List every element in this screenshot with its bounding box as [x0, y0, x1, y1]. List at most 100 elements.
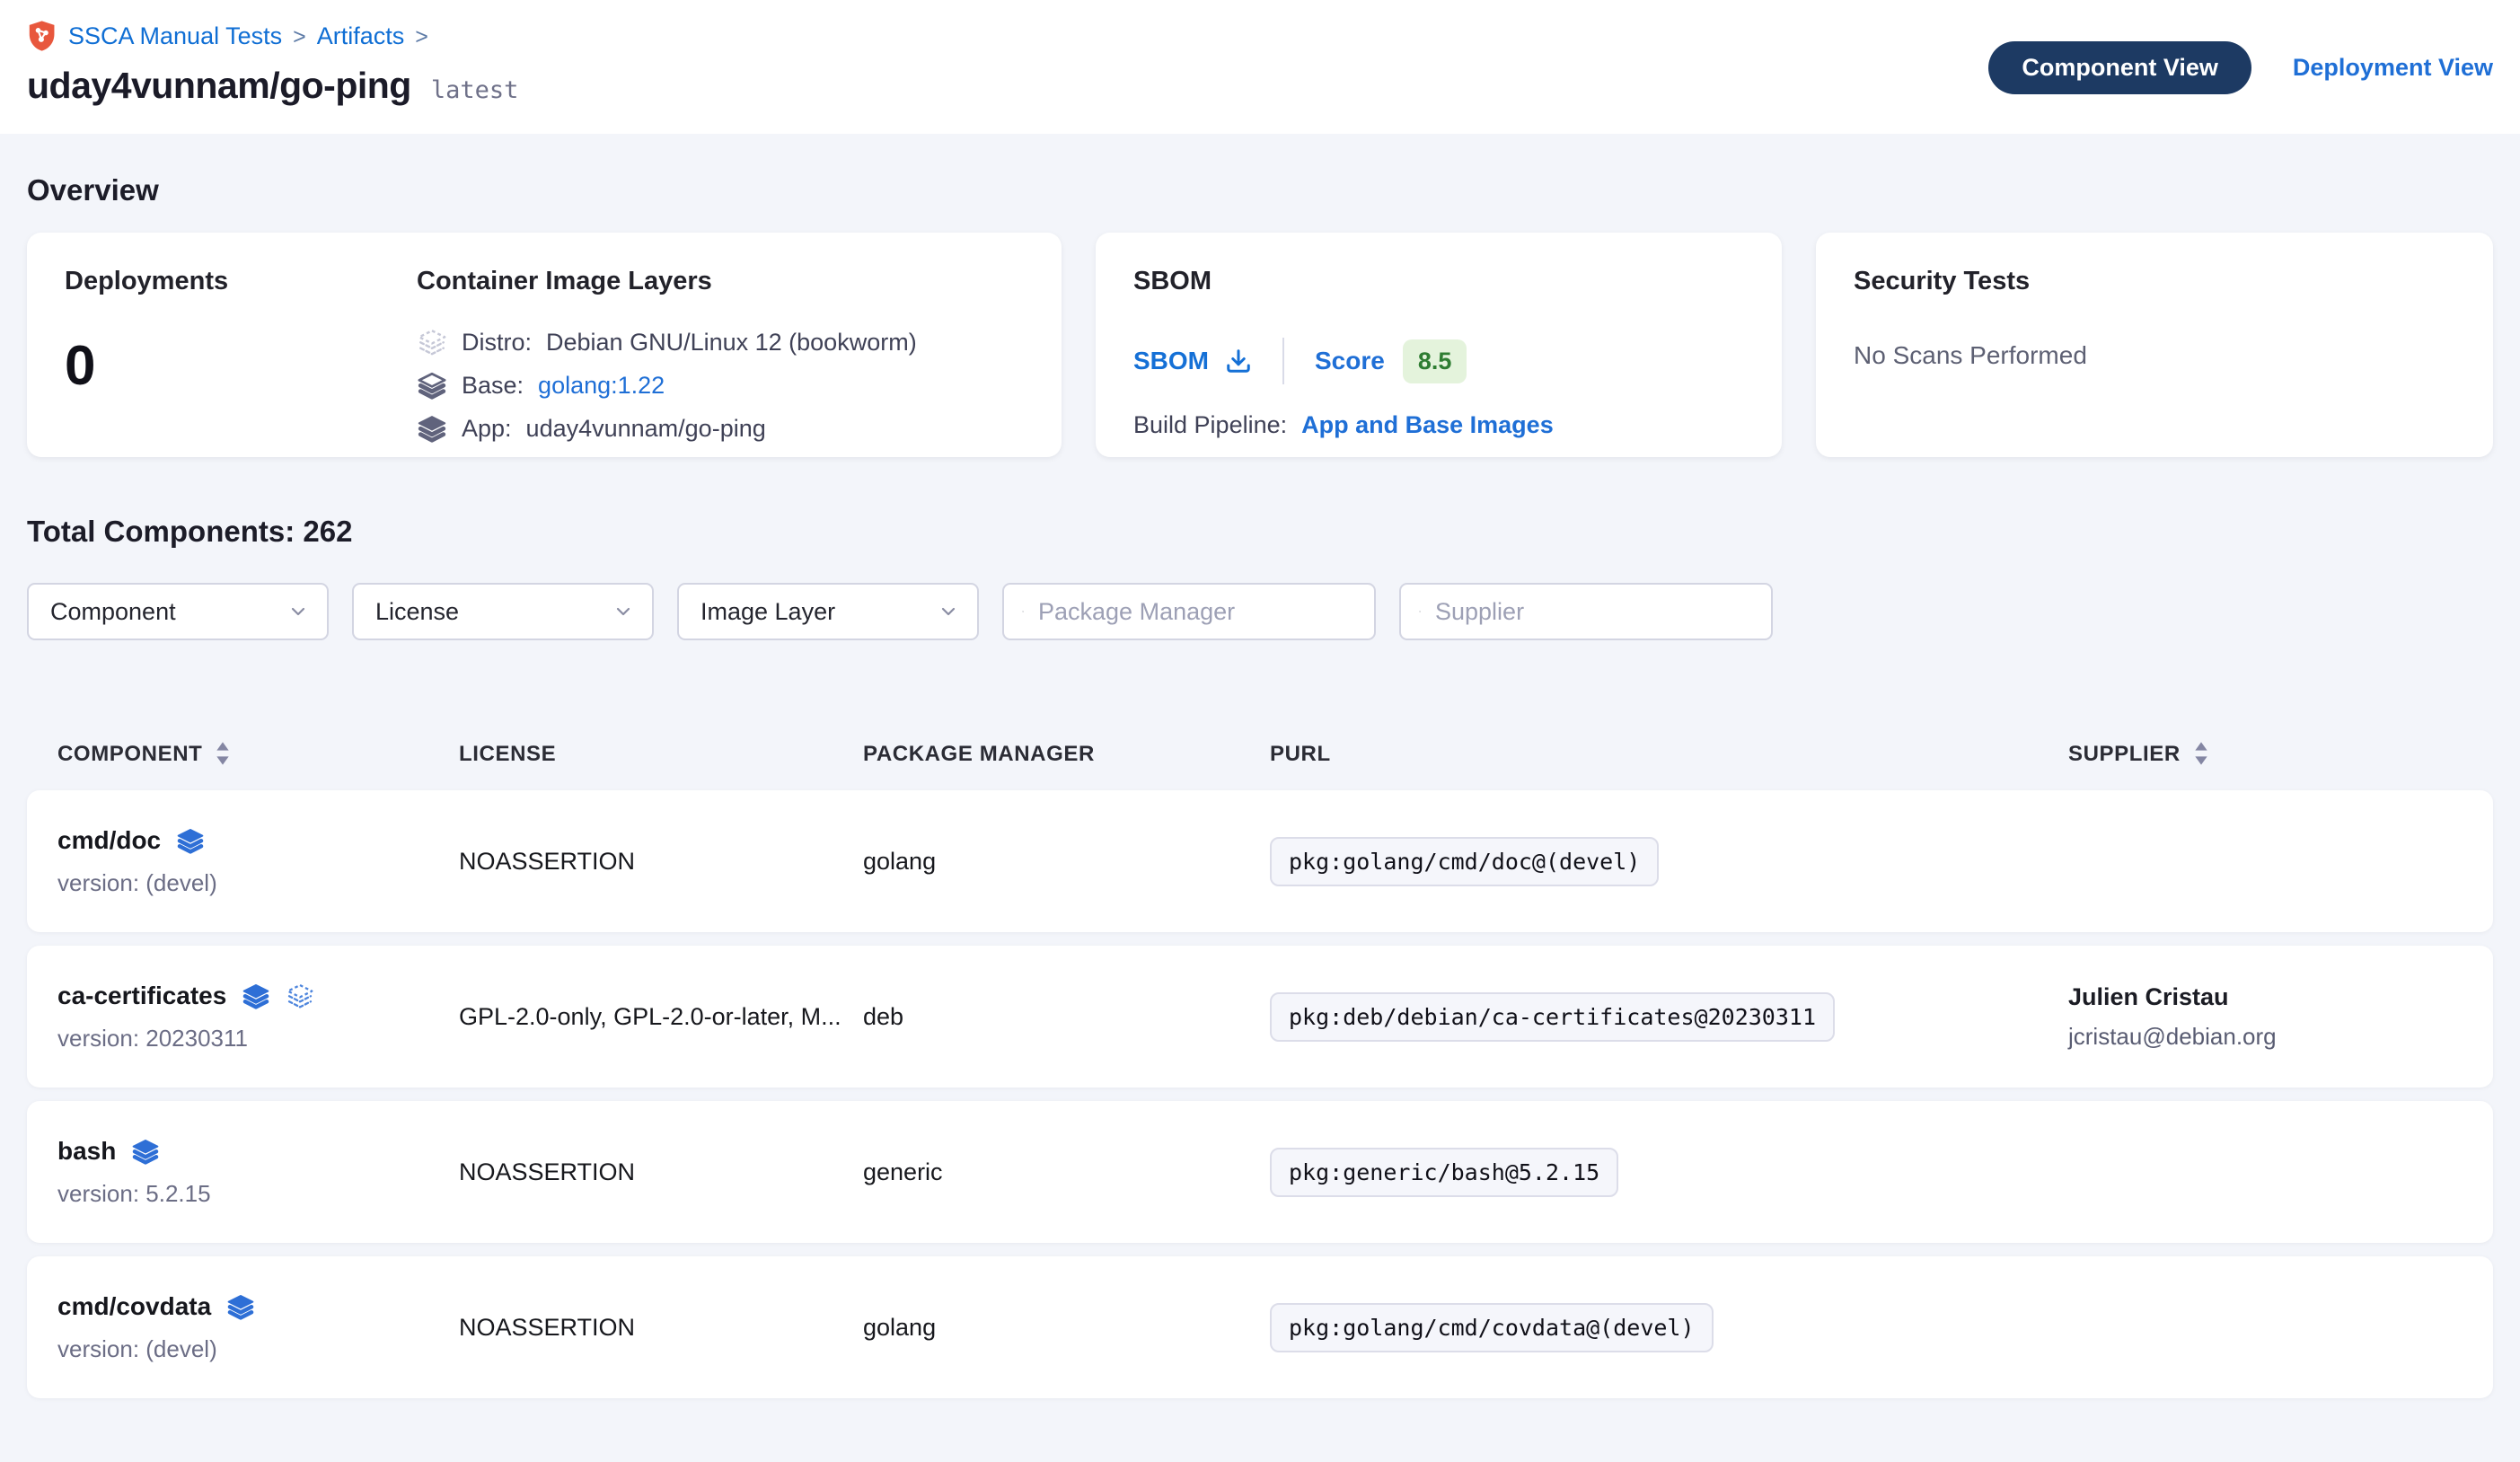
purl-cell: pkg:generic/bash@5.2.15: [1270, 1148, 2068, 1197]
breadcrumb-link-artifacts[interactable]: Artifacts: [317, 22, 405, 50]
column-label: COMPONENT: [57, 742, 202, 767]
sort-icon[interactable]: [2194, 741, 2208, 767]
table-row[interactable]: ca-certificates version: 20230311 GPL-2.…: [27, 946, 2493, 1088]
license-filter-dropdown[interactable]: License: [352, 583, 654, 640]
app-layer-icon: [226, 1292, 255, 1321]
component-filter-dropdown[interactable]: Component: [27, 583, 329, 640]
download-icon[interactable]: [1225, 348, 1252, 374]
package-manager-cell: golang: [863, 848, 1270, 876]
purl-cell: pkg:deb/debian/ca-certificates@20230311: [1270, 992, 2068, 1042]
package-manager-cell: generic: [863, 1158, 1270, 1186]
column-header-supplier[interactable]: SUPPLIER: [2068, 741, 2493, 767]
chevron-down-icon: [612, 601, 634, 622]
components-table-body: cmd/doc version: (devel) NOASSERTION gol…: [27, 790, 2493, 1398]
app-layer-icon: [131, 1137, 160, 1166]
app-layer-icon: [176, 826, 205, 855]
license-cell: GPL-2.0-only, GPL-2.0-or-later, M...: [459, 1003, 863, 1031]
component-cell: cmd/doc version: (devel): [57, 826, 459, 897]
app-layer-row: App: uday4vunnam/go-ping: [417, 413, 1024, 444]
column-header-component[interactable]: COMPONENT: [57, 741, 459, 767]
search-icon: [1022, 599, 1024, 624]
build-pipeline-link[interactable]: App and Base Images: [1301, 411, 1554, 439]
package-manager-search[interactable]: [1002, 583, 1376, 640]
layers-filled-icon: [417, 413, 447, 444]
sbom-download-link[interactable]: SBOM: [1133, 347, 1252, 375]
layer-label: Base:: [462, 372, 524, 400]
purl-cell: pkg:golang/cmd/doc@(devel): [1270, 837, 2068, 886]
container-image-layers-section: Container Image Layers Distro: Debian GN…: [417, 267, 1024, 423]
column-label: PURL: [1270, 742, 1331, 767]
base-layer-icon: [286, 982, 314, 1010]
breadcrumb-link-project[interactable]: SSCA Manual Tests: [68, 22, 282, 50]
breadcrumb: SSCA Manual Tests > Artifacts >: [27, 20, 518, 52]
column-header-package-manager: PACKAGE MANAGER: [863, 742, 1270, 767]
view-toggle: Component View Deployment View: [1988, 41, 2493, 94]
supplier-email: jcristau@debian.org: [2068, 1023, 2493, 1051]
supplier-search-input[interactable]: [1435, 598, 1753, 626]
breadcrumb-separator: >: [293, 22, 306, 50]
chevron-down-icon: [287, 601, 309, 622]
supplier-search[interactable]: [1399, 583, 1773, 640]
table-row[interactable]: cmd/covdata version: (devel) NOASSERTION…: [27, 1256, 2493, 1398]
image-layer-filter-dropdown[interactable]: Image Layer: [677, 583, 979, 640]
license-cell: NOASSERTION: [459, 848, 863, 876]
component-cell: bash version: 5.2.15: [57, 1137, 459, 1208]
base-image-link[interactable]: golang:1.22: [538, 372, 665, 400]
component-version: version: 5.2.15: [57, 1180, 459, 1208]
sbom-row: SBOM Score 8.5: [1133, 338, 1744, 384]
table-row[interactable]: bash version: 5.2.15 NOASSERTION generic…: [27, 1101, 2493, 1243]
app-layer-icon: [242, 982, 270, 1010]
score-label: Score: [1315, 347, 1385, 375]
package-manager-cell: deb: [863, 1003, 1270, 1031]
security-tests-status: No Scans Performed: [1854, 341, 2455, 370]
package-manager-cell: golang: [863, 1314, 1270, 1342]
component-cell: cmd/covdata version: (devel): [57, 1292, 459, 1363]
layer-value: uday4vunnam/go-ping: [526, 415, 766, 443]
component-version: version: (devel): [57, 869, 459, 897]
package-manager-search-input[interactable]: [1038, 598, 1356, 626]
column-header-purl: PURL: [1270, 742, 2068, 767]
component-filter-label: Component: [50, 598, 176, 626]
main-content: Overview Deployments 0 Container Image L…: [0, 173, 2520, 1398]
deployment-view-link[interactable]: Deployment View: [2293, 54, 2493, 82]
artifact-tag: latest: [431, 76, 519, 104]
distro-layer-row: Distro: Debian GNU/Linux 12 (bookworm): [417, 327, 1024, 357]
license-filter-label: License: [375, 598, 459, 626]
column-label: PACKAGE MANAGER: [863, 742, 1095, 767]
security-tests-card: Security Tests No Scans Performed: [1816, 233, 2493, 457]
base-layer-row: Base: golang:1.22: [417, 370, 1024, 401]
sbom-card: SBOM SBOM Score 8.5 Build Pipeline: App …: [1096, 233, 1782, 457]
search-icon: [1419, 599, 1421, 624]
column-header-license: LICENSE: [459, 742, 863, 767]
purl-chip: pkg:deb/debian/ca-certificates@20230311: [1270, 992, 1835, 1042]
column-label: SUPPLIER: [2068, 742, 2181, 767]
title-row: uday4vunnam/go-ping latest: [27, 65, 518, 107]
component-cell: ca-certificates version: 20230311: [57, 982, 459, 1052]
deployments-count: 0: [65, 334, 417, 398]
sort-icon[interactable]: [216, 741, 230, 767]
total-components-heading: Total Components: 262: [27, 515, 2493, 549]
component-view-button[interactable]: Component View: [1988, 41, 2251, 94]
column-label: LICENSE: [459, 742, 556, 767]
ssca-shield-icon: [27, 20, 57, 52]
component-name: ca-certificates: [57, 982, 226, 1010]
component-name: cmd/covdata: [57, 1292, 211, 1321]
header-left: SSCA Manual Tests > Artifacts > uday4vun…: [27, 20, 518, 107]
security-tests-title: Security Tests: [1854, 267, 2455, 296]
layers-dashed-icon: [417, 327, 447, 357]
build-pipeline-row: Build Pipeline: App and Base Images: [1133, 411, 1744, 439]
container-image-layers-title: Container Image Layers: [417, 267, 1024, 296]
deployments-section: Deployments 0: [65, 267, 417, 423]
component-name: cmd/doc: [57, 826, 161, 855]
supplier-name: Julien Cristau: [2068, 983, 2493, 1011]
supplier-cell: Julien Cristau jcristau@debian.org: [2068, 983, 2493, 1051]
sbom-download-label: SBOM: [1133, 347, 1209, 375]
table-row[interactable]: cmd/doc version: (devel) NOASSERTION gol…: [27, 790, 2493, 932]
layer-value: Debian GNU/Linux 12 (bookworm): [546, 329, 917, 357]
page-title: uday4vunnam/go-ping: [27, 65, 411, 107]
overview-cards: Deployments 0 Container Image Layers Dis…: [27, 233, 2493, 457]
purl-cell: pkg:golang/cmd/covdata@(devel): [1270, 1303, 2068, 1352]
sbom-card-title: SBOM: [1133, 267, 1744, 296]
score-badge: 8.5: [1403, 339, 1467, 383]
component-name: bash: [57, 1137, 116, 1166]
